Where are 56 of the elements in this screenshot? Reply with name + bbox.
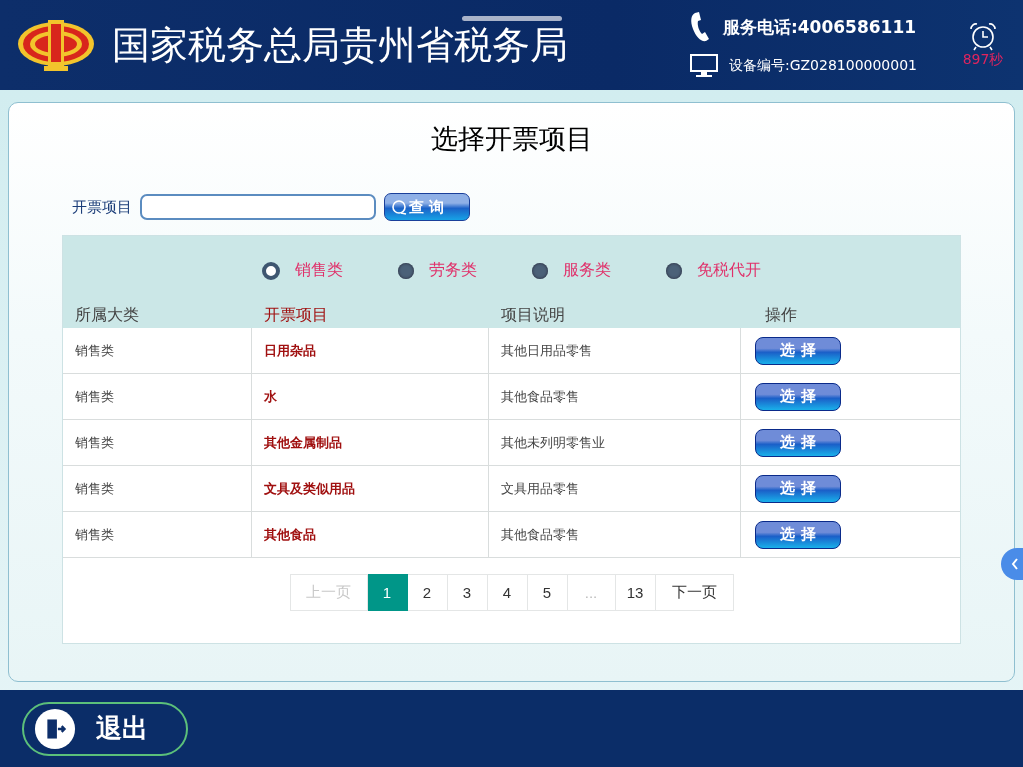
table-cell: 其他食品 bbox=[251, 511, 489, 558]
monitor-icon bbox=[688, 53, 719, 79]
radio-button[interactable] bbox=[262, 261, 280, 280]
table-cell: 销售类 bbox=[63, 511, 252, 558]
drag-handle[interactable] bbox=[462, 16, 562, 21]
exit-button[interactable]: 退出 bbox=[22, 701, 188, 756]
page-button[interactable]: 1 bbox=[367, 574, 408, 611]
column-header: 所属大类 bbox=[63, 299, 252, 328]
select-button[interactable]: 选 择 bbox=[755, 428, 841, 457]
table-cell: 水 bbox=[251, 373, 489, 420]
select-button[interactable]: 选 择 bbox=[755, 474, 841, 503]
alarm-clock-icon bbox=[968, 21, 998, 51]
page-button[interactable]: 3 bbox=[447, 574, 488, 611]
page-button[interactable]: 5 bbox=[527, 574, 568, 611]
page-button[interactable]: 4 bbox=[487, 574, 528, 611]
table-cell: 其他食品零售 bbox=[488, 373, 741, 420]
table-cell: 其他食品零售 bbox=[488, 511, 741, 558]
select-button[interactable]: 选 择 bbox=[755, 382, 841, 411]
select-button[interactable]: 选 择 bbox=[755, 520, 841, 549]
next-page-button[interactable]: 下一页 bbox=[655, 574, 734, 611]
table-cell: 其他未列明零售业 bbox=[488, 419, 741, 466]
page-button[interactable]: 13 bbox=[615, 574, 656, 611]
table-cell: 销售类 bbox=[63, 465, 252, 512]
radio-button[interactable] bbox=[666, 262, 682, 279]
table-cell: 日用杂品 bbox=[251, 328, 489, 374]
page-ellipsis: ... bbox=[567, 574, 616, 611]
category-label[interactable]: 劳务类 bbox=[429, 260, 477, 281]
exit-door-icon bbox=[34, 707, 76, 750]
table-cell: 销售类 bbox=[63, 328, 252, 374]
category-label[interactable]: 销售类 bbox=[295, 260, 343, 281]
category-label[interactable]: 服务类 bbox=[563, 260, 611, 281]
header-title: 国家税务总局贵州省税务局 bbox=[112, 21, 568, 69]
radio-button[interactable] bbox=[398, 262, 414, 279]
category-label[interactable]: 免税代开 bbox=[697, 260, 761, 281]
select-button[interactable]: 选 择 bbox=[755, 336, 841, 365]
emblem-icon bbox=[16, 17, 96, 73]
table-cell: 销售类 bbox=[63, 419, 252, 466]
chevron-left-icon bbox=[1011, 558, 1019, 570]
column-header: 操作 bbox=[740, 299, 960, 328]
query-button[interactable]: 查 询 bbox=[384, 193, 470, 221]
radio-button[interactable] bbox=[532, 262, 548, 279]
page-title: 选择开票项目 bbox=[430, 122, 593, 156]
countdown-timer: 897秒 bbox=[962, 51, 1004, 69]
search-icon bbox=[391, 199, 407, 215]
table-cell: 文具及类似用品 bbox=[251, 465, 489, 512]
table-cell: 文具用品零售 bbox=[488, 465, 741, 512]
column-header: 项目说明 bbox=[488, 299, 741, 328]
column-header: 开票项目 bbox=[251, 299, 489, 328]
search-field[interactable] bbox=[140, 194, 376, 220]
search-label: 开票项目 bbox=[72, 197, 132, 217]
service-phone: 服务电话:4006586111 bbox=[722, 15, 917, 39]
device-number: 设备编号:GZ028100000001 bbox=[728, 57, 917, 75]
table-cell: 其他日用品零售 bbox=[488, 328, 741, 374]
page-button[interactable]: 2 bbox=[407, 574, 448, 611]
table-cell: 其他金属制品 bbox=[251, 419, 489, 466]
table-cell: 销售类 bbox=[63, 373, 252, 420]
